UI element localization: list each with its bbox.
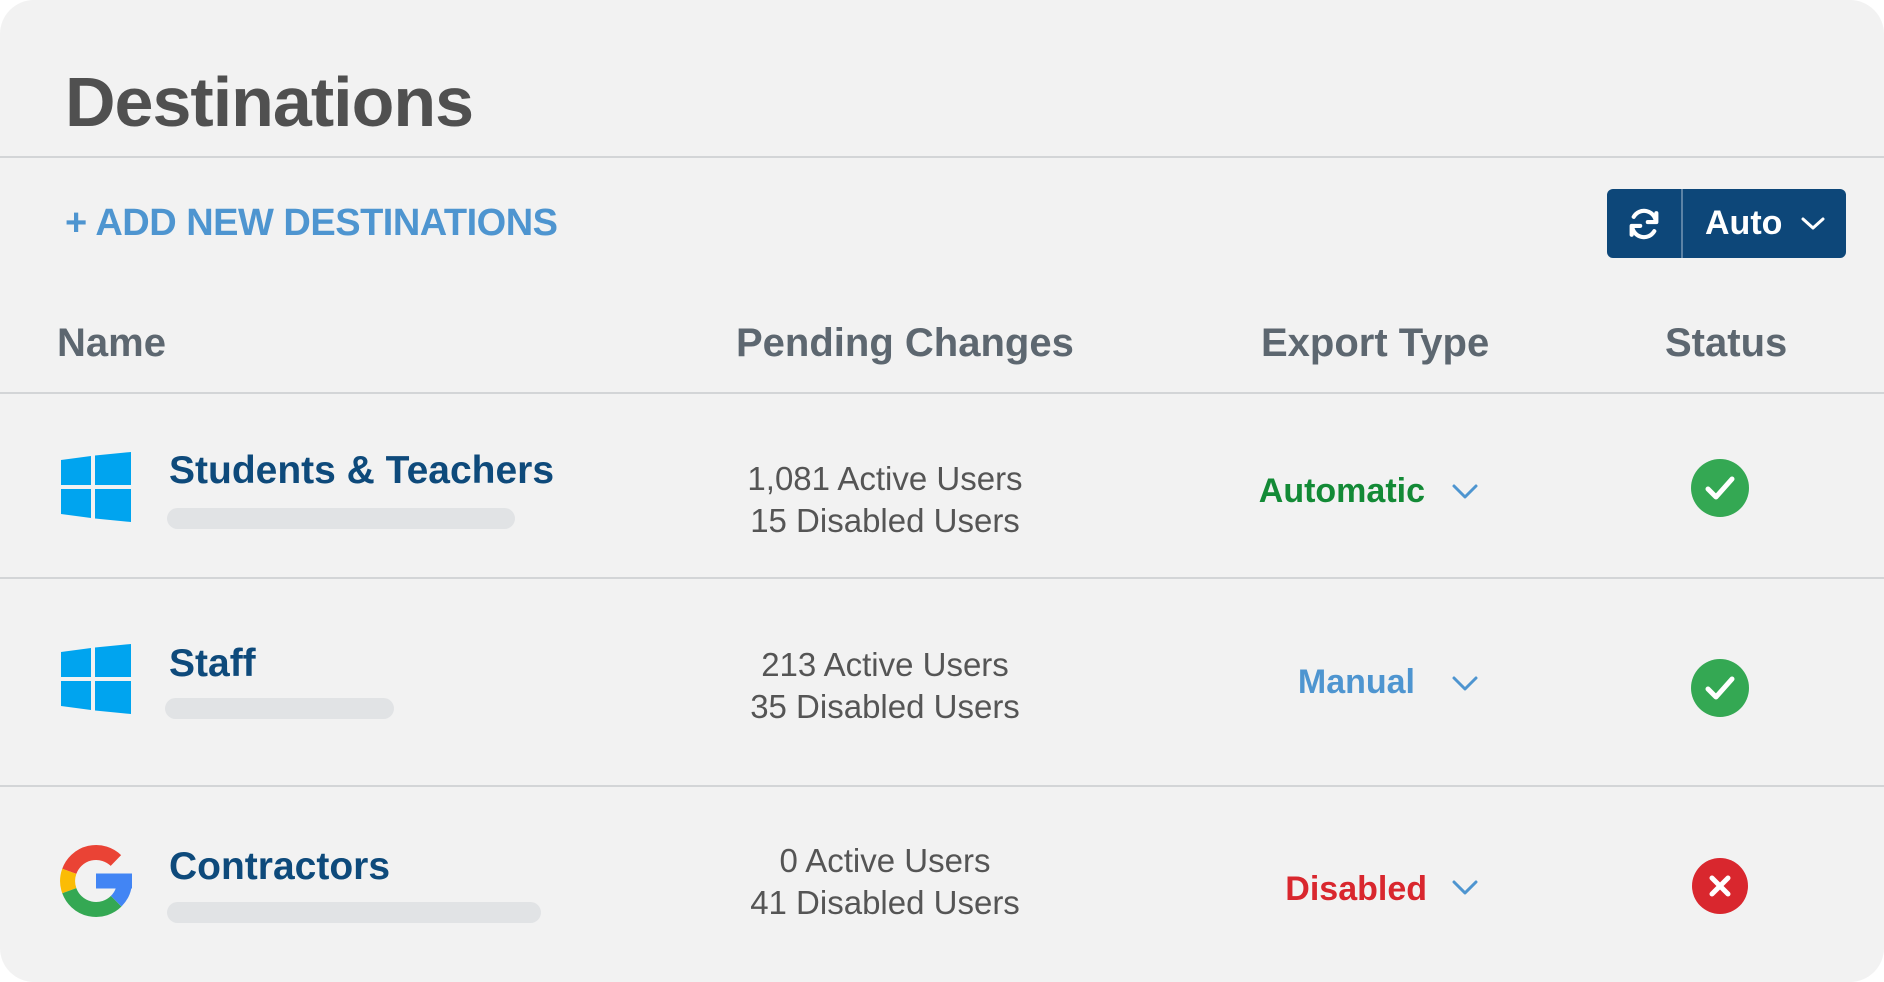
export-type-value[interactable]: Automatic (1185, 469, 1425, 513)
column-header-status: Status (1665, 321, 1788, 365)
export-type-value[interactable]: Disabled (1187, 867, 1427, 911)
chevron-down-icon (1801, 217, 1825, 229)
destination-name[interactable]: Students & Teachers (169, 447, 554, 495)
chevron-down-icon[interactable] (1451, 879, 1479, 897)
mode-select-label: Auto (1705, 204, 1783, 242)
disabled-users-count: 41 Disabled Users (750, 884, 1020, 921)
active-users-count: 1,081 Active Users (747, 460, 1023, 497)
pending-changes: 213 Active Users 35 Disabled Users (700, 644, 1070, 728)
active-users-count: 0 Active Users (779, 842, 991, 879)
mode-select[interactable]: Auto (1683, 189, 1846, 258)
subtitle-placeholder (167, 902, 541, 923)
pending-changes: 1,081 Active Users 15 Disabled Users (700, 458, 1070, 542)
add-new-destinations-link[interactable]: + ADD NEW DESTINATIONS (65, 199, 558, 247)
check-circle-icon (1691, 659, 1749, 717)
chevron-down-icon[interactable] (1451, 675, 1479, 693)
column-header-pending-changes: Pending Changes (736, 321, 1074, 365)
row-divider (0, 577, 1884, 579)
disabled-users-count: 35 Disabled Users (750, 688, 1020, 725)
column-header-export-type: Export Type (1261, 321, 1490, 365)
header-row-divider (0, 392, 1884, 394)
export-type-value[interactable]: Manual (1175, 660, 1415, 704)
x-circle-icon (1692, 858, 1748, 914)
destination-name[interactable]: Staff (169, 640, 256, 688)
destinations-card: Destinations + ADD NEW DESTINATIONS Auto… (0, 0, 1884, 982)
chevron-down-icon[interactable] (1451, 483, 1479, 501)
active-users-count: 213 Active Users (761, 646, 1009, 683)
header-divider (0, 156, 1884, 158)
row-divider (0, 785, 1884, 787)
page-title: Destinations (65, 63, 474, 141)
pending-changes: 0 Active Users 41 Disabled Users (700, 840, 1070, 924)
destination-name[interactable]: Contractors (169, 843, 390, 891)
windows-logo-icon (61, 644, 131, 714)
refresh-icon (1629, 208, 1659, 239)
sync-button[interactable] (1607, 189, 1683, 258)
google-logo-icon (60, 845, 133, 917)
check-circle-icon (1691, 459, 1749, 517)
sync-mode-control: Auto (1607, 189, 1846, 258)
disabled-users-count: 15 Disabled Users (750, 502, 1020, 539)
subtitle-placeholder (167, 508, 515, 529)
subtitle-placeholder (165, 698, 394, 719)
windows-logo-icon (61, 452, 131, 522)
column-header-name: Name (57, 321, 166, 365)
